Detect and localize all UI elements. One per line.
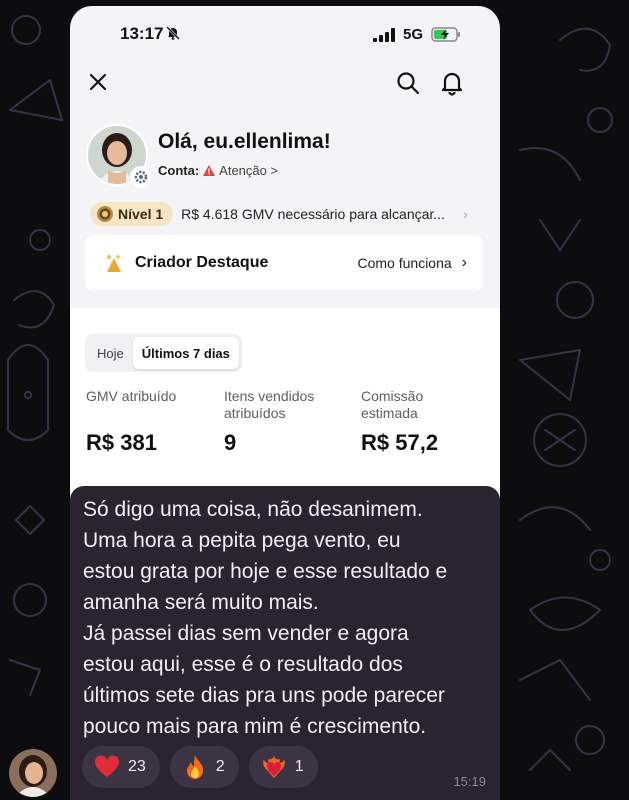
sender-avatar[interactable] bbox=[9, 749, 57, 797]
warning-icon bbox=[203, 165, 216, 176]
chevron-right-icon: › bbox=[461, 253, 467, 271]
account-label: Conta: bbox=[158, 163, 200, 178]
close-icon[interactable] bbox=[86, 70, 110, 94]
how-it-works-link[interactable]: Como funciona bbox=[358, 255, 452, 271]
message-line: pouco mais para mim é crescimento. bbox=[83, 715, 427, 738]
metric-commission: Comissão estimada R$ 57,2 bbox=[361, 388, 481, 455]
greeting-title: Olá, eu.ellenlima! bbox=[158, 130, 331, 153]
reaction-count: 1 bbox=[294, 758, 304, 775]
account-status-link[interactable]: Atenção > bbox=[219, 163, 278, 178]
metric-label: Itens vendidos bbox=[224, 388, 315, 404]
tab-last-7-days[interactable]: Últimos 7 dias bbox=[132, 337, 239, 369]
metric-value: 9 bbox=[224, 430, 237, 455]
tab-today[interactable]: Hoje bbox=[88, 337, 133, 369]
notification-bell-icon[interactable] bbox=[439, 70, 465, 96]
heart-on-fire-icon bbox=[262, 756, 285, 778]
reaction-fire[interactable]: 2 bbox=[169, 746, 239, 788]
metric-label: Comissão bbox=[361, 388, 424, 404]
metric-items-sold: Itens vendidos atribuídos 9 bbox=[224, 388, 344, 455]
message-line: Só digo uma coisa, não desanimem. bbox=[83, 498, 423, 521]
metric-gmv: GMV atribuído R$ 381 bbox=[86, 388, 206, 455]
sparkle-badge-icon bbox=[107, 253, 121, 272]
app-screenshot: 13:17 5G Olá, eu.ellenlima! Conta: Atenç… bbox=[70, 6, 500, 506]
reaction-count: 2 bbox=[215, 758, 225, 775]
fire-icon bbox=[186, 755, 203, 779]
silent-bell-icon bbox=[166, 26, 180, 40]
creator-title: Criador Destaque bbox=[135, 253, 269, 271]
reaction-heart-on-fire[interactable]: 1 bbox=[248, 746, 318, 788]
account-status-row: Conta: Atenção > bbox=[158, 163, 278, 178]
settings-badge[interactable] bbox=[130, 166, 152, 188]
profile-avatar[interactable] bbox=[86, 124, 152, 188]
message-line: amanha será muito mais. bbox=[83, 591, 319, 614]
gear-icon bbox=[134, 170, 148, 184]
metric-value: R$ 57,2 bbox=[361, 430, 439, 455]
reactions-bar: 23 2 1 bbox=[82, 746, 318, 788]
status-time: 13:17 bbox=[120, 24, 164, 43]
level-badge: Nível 1 bbox=[90, 202, 174, 226]
red-heart-icon bbox=[94, 755, 120, 777]
metric-value: R$ 381 bbox=[86, 430, 157, 455]
level-medal-icon bbox=[97, 206, 113, 222]
signal-icon bbox=[373, 28, 395, 42]
search-icon[interactable] bbox=[395, 70, 421, 96]
message-line: Uma hora a pepita pega vento, eu bbox=[83, 529, 401, 552]
message-timestamp: 15:19 bbox=[453, 774, 486, 789]
metric-label-line2: atribuídos bbox=[224, 405, 286, 421]
period-selector: Hoje Últimos 7 dias bbox=[85, 334, 242, 372]
message-line: Já passei dias sem vender e agora bbox=[83, 622, 409, 645]
level-progress-row[interactable]: Nível 1 R$ 4.618 GMV necessário para alc… bbox=[90, 199, 482, 229]
reaction-heart[interactable]: 23 bbox=[82, 746, 160, 788]
message-line: estou grata por hoje e esse resultado e bbox=[83, 560, 448, 583]
creator-highlight-card[interactable]: Criador Destaque Como funciona › bbox=[85, 235, 483, 290]
status-bar: 13:17 5G bbox=[70, 6, 500, 58]
chat-message-bubble[interactable]: Só digo uma coisa, não desanimem. Uma ho… bbox=[70, 486, 500, 800]
metric-label: GMV atribuído bbox=[86, 388, 177, 404]
battery-charging-icon bbox=[431, 27, 460, 42]
stats-panel: Hoje Últimos 7 dias GMV atribuído R$ 381… bbox=[70, 308, 500, 506]
reaction-count: 23 bbox=[128, 758, 146, 775]
message-line: estou aqui, esse é o resultado dos bbox=[83, 653, 403, 676]
level-requirement-text: R$ 4.618 GMV necessário para alcançar... bbox=[181, 206, 445, 222]
level-label: Nível 1 bbox=[118, 206, 164, 222]
metric-label-line2: estimada bbox=[361, 405, 418, 421]
message-line: últimos sete dias pra uns pode parecer bbox=[83, 684, 445, 707]
chevron-right-icon: › bbox=[463, 206, 468, 222]
network-type: 5G bbox=[403, 26, 424, 43]
